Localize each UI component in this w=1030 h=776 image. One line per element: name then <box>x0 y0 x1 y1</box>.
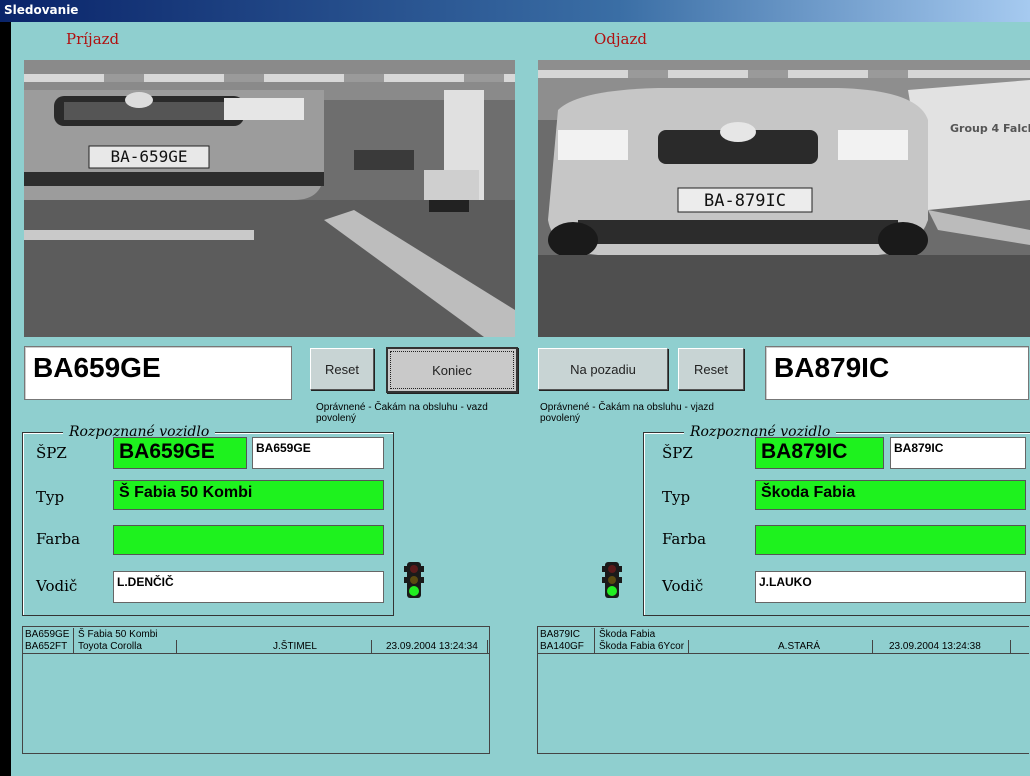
arrival-spz-input-text: BA659GE <box>256 441 311 455</box>
arrival-spz-recognized: BA659GE <box>113 437 247 469</box>
departure-type-label: Typ <box>662 488 691 506</box>
arrival-plate-display: BA659GE <box>24 346 292 400</box>
departure-type-text: Škoda Fabia <box>761 484 856 501</box>
departure-driver-text: J.LAUKO <box>759 575 812 589</box>
list-item-car: Škoda Fabia 6Ycor <box>594 640 684 653</box>
list-item-time: 23.09.2004 13:24:38 <box>872 640 981 653</box>
list-item-divider <box>176 640 178 653</box>
arrival-spz-input[interactable]: BA659GE <box>252 437 384 469</box>
window-title: Sledovanie <box>4 3 79 17</box>
departure-title: Odjazd <box>594 30 647 48</box>
departure-background-button[interactable]: Na pozadiu <box>538 348 668 390</box>
arrival-driver-input[interactable]: L.DENČIČ <box>113 571 384 603</box>
arrival-camera-image: BA-659GE <box>24 60 515 337</box>
list-item-time: 23.09.2004 13:24:34 <box>371 640 478 653</box>
departure-type-field: Škoda Fabia <box>755 480 1026 510</box>
departure-color-field <box>755 525 1026 555</box>
departure-spz-input-text: BA879IC <box>894 441 944 455</box>
arrival-history-list[interactable]: BA659GE Š Fabia 50 Kombi BA652FT Toyota … <box>22 626 490 754</box>
arrival-type-label: Typ <box>36 488 65 506</box>
departure-driver-input[interactable]: J.LAUKO <box>755 571 1026 603</box>
list-item-divider <box>487 640 489 653</box>
main-window: Sledovanie Príjazd BA-659GE BA659GE Rese… <box>0 0 1030 776</box>
arrival-reset-button[interactable]: Reset <box>310 348 374 390</box>
departure-reset-button[interactable]: Reset <box>678 348 744 390</box>
departure-history-list[interactable]: BA879IC Škoda Fabia BA140GF Škoda Fabia … <box>537 626 1029 754</box>
arrival-color-label: Farba <box>36 530 81 548</box>
arrival-driver-label: Vodič <box>36 577 78 595</box>
list-item[interactable]: BA140GF Škoda Fabia 6Ycor A.STARÁ 23.09.… <box>538 640 1029 653</box>
departure-plate-text: BA879IC <box>774 352 890 383</box>
departure-traffic-light-icon <box>602 562 622 598</box>
list-item-driver: J.ŠTIMEL <box>273 641 317 652</box>
arrival-title: Príjazd <box>66 30 120 48</box>
list-item-divider <box>688 640 690 653</box>
departure-spz-input[interactable]: BA879IC <box>890 437 1026 469</box>
title-bar[interactable]: Sledovanie <box>0 0 1030 22</box>
list-item-driver: A.STARÁ <box>778 641 821 652</box>
departure-spz-label: ŠPZ <box>662 444 693 462</box>
departure-spz-recognized-text: BA879IC <box>761 440 848 463</box>
list-item-plate: BA652FT <box>25 641 68 652</box>
departure-spz-recognized: BA879IC <box>755 437 884 469</box>
departure-sign-text: Group 4 Falck <box>950 122 1030 135</box>
departure-camera-image: Group 4 Falck BA-879IC <box>538 60 1030 337</box>
arrival-end-button[interactable]: Koniec <box>386 347 518 393</box>
list-item-divider <box>1010 640 1012 653</box>
departure-driver-label: Vodič <box>662 577 704 595</box>
list-item-car: Toyota Corolla <box>73 640 142 653</box>
departure-color-label: Farba <box>662 530 707 548</box>
departure-plate-image-text: BA-879IC <box>704 191 786 211</box>
arrival-type-text: Š Fabia 50 Kombi <box>119 484 253 501</box>
arrival-spz-recognized-text: BA659GE <box>119 440 215 463</box>
arrival-type-field: Š Fabia 50 Kombi <box>113 480 384 510</box>
window-left-edge <box>0 22 11 776</box>
arrival-color-field <box>113 525 384 555</box>
arrival-driver-text: L.DENČIČ <box>117 575 174 589</box>
arrival-spz-label: ŠPZ <box>36 444 67 462</box>
list-item[interactable]: BA652FT Toyota Corolla J.ŠTIMEL 23.09.20… <box>23 640 489 653</box>
arrival-plate-text: BA659GE <box>33 352 161 383</box>
list-item-plate: BA140GF <box>540 641 584 652</box>
departure-plate-display: BA879IC <box>765 346 1029 400</box>
arrival-traffic-light-icon <box>404 562 424 598</box>
arrival-status-text: Oprávnené - Čakám na obsluhu - vazd povo… <box>316 402 488 424</box>
arrival-plate-image-text: BA-659GE <box>110 147 187 166</box>
departure-status-text: Oprávnené - Čakám na obsluhu - vjazd pov… <box>540 402 714 424</box>
